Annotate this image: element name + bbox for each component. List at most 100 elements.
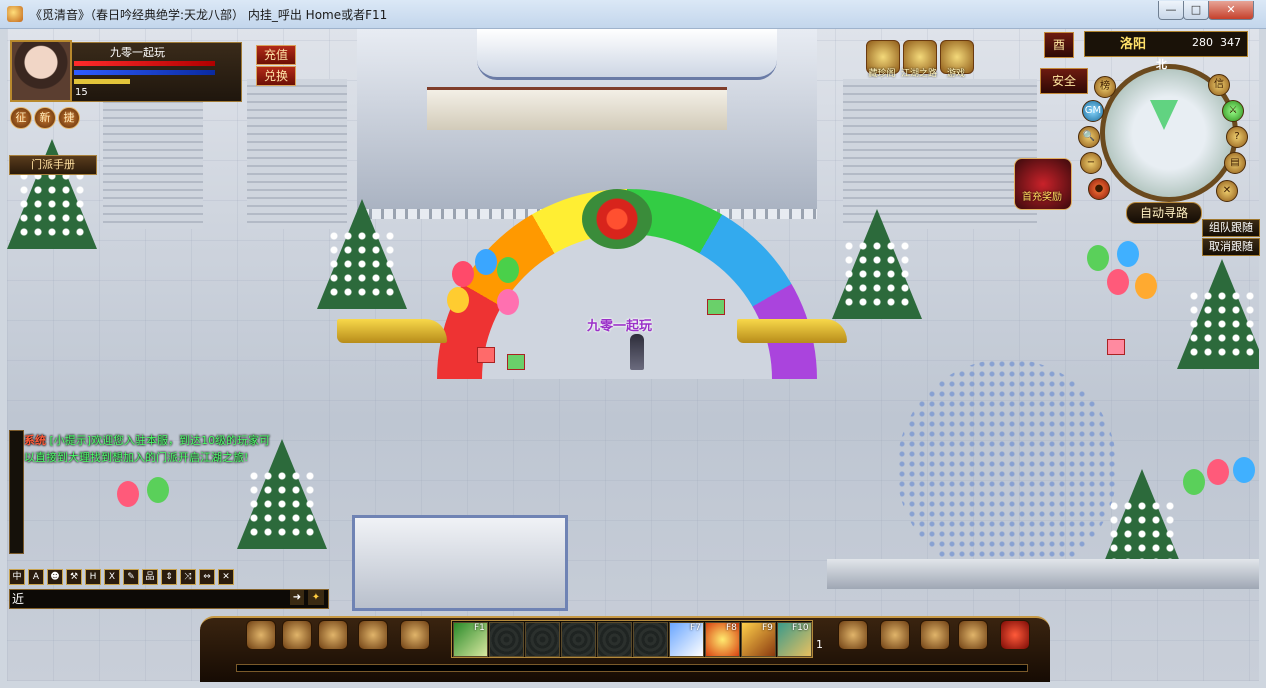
coord-x: 280 (1192, 36, 1213, 49)
christmas-tree (317, 199, 407, 309)
mail-button[interactable]: 信 (1208, 74, 1230, 96)
gift-box (507, 354, 525, 370)
balloon (1233, 457, 1255, 483)
north-indicator: 北 (1156, 58, 1167, 71)
balloon (452, 261, 474, 287)
skill-slot[interactable] (561, 622, 596, 657)
chat-tool-button[interactable]: ☻ (47, 569, 63, 585)
bag-icon[interactable] (318, 620, 348, 650)
chat-tool-button[interactable]: 中 (9, 569, 25, 585)
zoom-in-icon[interactable]: 🔍 (1078, 126, 1100, 148)
balloon (447, 287, 469, 313)
golden-sleigh (337, 319, 447, 343)
skill-slot[interactable] (489, 622, 524, 657)
help-icon[interactable]: ? (1226, 126, 1248, 148)
player-level: 15 (75, 87, 88, 98)
quest-icon[interactable] (358, 620, 388, 650)
coordinates: 280 347 (1192, 36, 1241, 49)
balloon (1107, 269, 1129, 295)
balloon (1135, 273, 1157, 299)
chat-tool-button[interactable]: A (28, 569, 44, 585)
sword-icon[interactable]: ⚔ (1222, 100, 1244, 122)
chat-system-tag: 系统 (24, 434, 46, 447)
exchange-button[interactable]: 兑换 (256, 66, 296, 86)
world-map-icon[interactable]: ▤ (1224, 152, 1246, 174)
window-title: 《觅清音》（春日吟经典绝学:天龙八部） 内挂_呼出 Home或者F11 (30, 8, 388, 22)
close-button[interactable]: ✕ (1208, 1, 1254, 20)
bow-decoration (582, 189, 652, 249)
treasure-pavilion-label: 藏珍阁 (868, 69, 896, 79)
chat-input[interactable] (28, 590, 286, 605)
safe-mode-button[interactable]: 安全 (1040, 68, 1088, 94)
emoji-icon[interactable]: ✦ (308, 590, 324, 605)
horse-icon[interactable] (880, 620, 910, 650)
shop-button[interactable]: 酉 (1044, 32, 1074, 58)
chat-text: 以直接到大理找到想加入的门派开启江湖之旅! (24, 451, 249, 464)
chat-tool-button[interactable]: 品 (142, 569, 158, 585)
balloon (117, 481, 139, 507)
hotkey-label: F7 (690, 623, 701, 633)
recharge-button[interactable]: 充值 (256, 45, 296, 65)
christmas-tree (832, 209, 922, 319)
minimize-button[interactable]: — (1158, 1, 1184, 20)
maximize-button[interactable]: □ (1183, 1, 1209, 20)
city-name: 洛阳 (1120, 37, 1147, 52)
skill-slot[interactable] (633, 622, 668, 657)
balloon (475, 249, 497, 275)
conquest-button[interactable]: 征 (10, 107, 32, 129)
new-button[interactable]: 新 (34, 107, 56, 129)
chat-tool-button[interactable]: ⤨ (180, 569, 196, 585)
experience-bar (236, 664, 1028, 672)
gift-box (1107, 339, 1125, 355)
player-name: 九零一起玩 (110, 46, 165, 59)
sect-guide-button[interactable]: 门派手册 (9, 155, 97, 175)
hotkey-label: F1 (474, 623, 485, 633)
skill-page-number[interactable]: 1 (816, 638, 823, 651)
skill-slot[interactable] (525, 622, 560, 657)
player-character[interactable] (630, 334, 644, 370)
guild-icon[interactable] (920, 620, 950, 650)
chat-tool-button[interactable]: ⚒ (66, 569, 82, 585)
jianghu-road-label: 江湖之路 (900, 69, 937, 79)
gm-button[interactable]: GM (1082, 100, 1104, 122)
shortcut-button[interactable]: 捷 (58, 107, 80, 129)
skill-slot[interactable] (597, 622, 632, 657)
chat-tool-button[interactable]: ⇔ (199, 569, 215, 585)
avatar[interactable] (10, 40, 72, 102)
golden-sleigh (737, 319, 847, 343)
settings-icon[interactable]: ✕ (1216, 180, 1238, 202)
chat-tool-button[interactable]: ⇕ (161, 569, 177, 585)
money-bag-icon[interactable] (838, 620, 868, 650)
team-icon[interactable] (400, 620, 430, 650)
chat-tool-button[interactable]: X (104, 569, 120, 585)
cancel-follow-button[interactable]: 取消跟随 (1202, 238, 1260, 256)
balloon (497, 257, 519, 283)
chat-tool-button[interactable]: H (85, 569, 101, 585)
gift-box (477, 347, 495, 363)
zoom-out-icon[interactable]: − (1080, 152, 1102, 174)
auto-pathfind-button[interactable]: 自动寻路 (1126, 202, 1202, 224)
balloon (1117, 241, 1139, 267)
ranking-button[interactable]: 榜 (1094, 76, 1116, 98)
system-menu-icon[interactable] (1000, 620, 1030, 650)
hotkey-label: F8 (726, 623, 737, 633)
send-arrow-icon[interactable]: ➜ (290, 590, 304, 605)
chat-tool-button[interactable]: ✕ (218, 569, 234, 585)
chat-tool-button[interactable]: ✎ (123, 569, 139, 585)
chat-channel-selector[interactable]: 近 (12, 590, 24, 607)
team-follow-button[interactable]: 组队跟随 (1202, 219, 1260, 237)
character-icon[interactable] (246, 620, 276, 650)
hotkey-label: F9 (762, 623, 773, 633)
balloon (497, 289, 519, 315)
game-label: 游戏 (946, 69, 965, 79)
balloon (1207, 459, 1229, 485)
mp-bar (74, 70, 216, 75)
shield-icon[interactable] (958, 620, 988, 650)
palace-roof (477, 29, 777, 80)
chat-message: 以直接到大理找到想加入的门派开启江湖之旅! (24, 449, 248, 465)
stone-wall (827, 559, 1259, 589)
balloon (1087, 245, 1109, 271)
chat-scrollbar[interactable] (9, 430, 24, 554)
activity-icon[interactable]: ● (1088, 178, 1110, 200)
skill-book-icon[interactable] (282, 620, 312, 650)
